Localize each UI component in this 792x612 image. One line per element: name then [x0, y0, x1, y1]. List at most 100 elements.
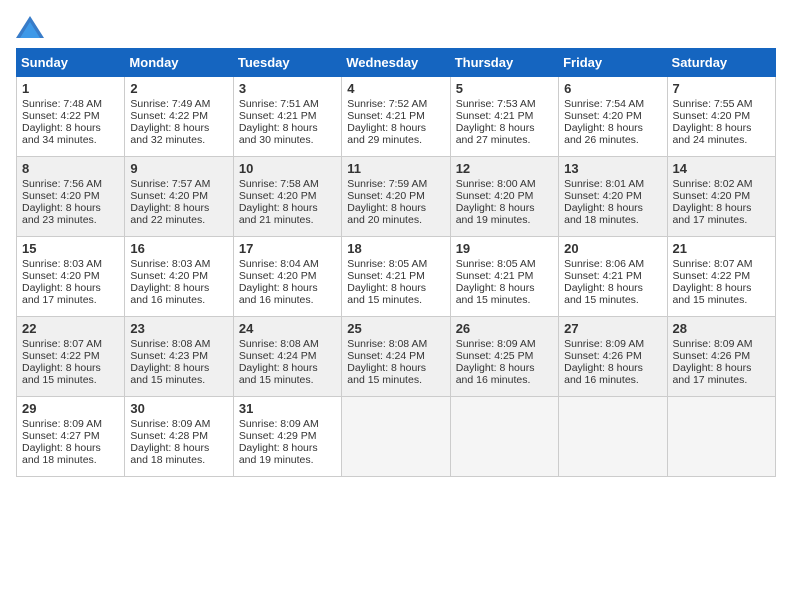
day-number: 6	[564, 81, 661, 96]
week-row-4: 22Sunrise: 8:07 AMSunset: 4:22 PMDayligh…	[17, 317, 776, 397]
sunrise-text: Sunrise: 7:57 AM	[130, 178, 210, 190]
day-number: 4	[347, 81, 444, 96]
calendar-cell: 14Sunrise: 8:02 AMSunset: 4:20 PMDayligh…	[667, 157, 775, 237]
day-number: 31	[239, 401, 336, 416]
sunset-text: Sunset: 4:20 PM	[22, 270, 100, 282]
sunset-text: Sunset: 4:26 PM	[564, 350, 642, 362]
calendar-cell: 17Sunrise: 8:04 AMSunset: 4:20 PMDayligh…	[233, 237, 341, 317]
calendar-cell	[450, 397, 558, 477]
sunset-text: Sunset: 4:24 PM	[239, 350, 317, 362]
days-header-row: SundayMondayTuesdayWednesdayThursdayFrid…	[17, 49, 776, 77]
sunrise-text: Sunrise: 8:08 AM	[130, 338, 210, 350]
daylight-text: Daylight: 8 hours and 19 minutes.	[239, 442, 318, 466]
sunset-text: Sunset: 4:20 PM	[673, 110, 751, 122]
day-number: 11	[347, 161, 444, 176]
calendar-cell: 6Sunrise: 7:54 AMSunset: 4:20 PMDaylight…	[559, 77, 667, 157]
sunset-text: Sunset: 4:21 PM	[564, 270, 642, 282]
day-number: 19	[456, 241, 553, 256]
daylight-text: Daylight: 8 hours and 15 minutes.	[673, 282, 752, 306]
daylight-text: Daylight: 8 hours and 17 minutes.	[673, 202, 752, 226]
day-number: 15	[22, 241, 119, 256]
day-number: 8	[22, 161, 119, 176]
day-header-thursday: Thursday	[450, 49, 558, 77]
sunrise-text: Sunrise: 8:06 AM	[564, 258, 644, 270]
sunrise-text: Sunrise: 8:09 AM	[130, 418, 210, 430]
week-row-2: 8Sunrise: 7:56 AMSunset: 4:20 PMDaylight…	[17, 157, 776, 237]
sunset-text: Sunset: 4:29 PM	[239, 430, 317, 442]
day-number: 13	[564, 161, 661, 176]
calendar-cell: 16Sunrise: 8:03 AMSunset: 4:20 PMDayligh…	[125, 237, 233, 317]
day-header-wednesday: Wednesday	[342, 49, 450, 77]
calendar-cell: 7Sunrise: 7:55 AMSunset: 4:20 PMDaylight…	[667, 77, 775, 157]
sunrise-text: Sunrise: 8:08 AM	[239, 338, 319, 350]
sunset-text: Sunset: 4:21 PM	[456, 270, 534, 282]
sunrise-text: Sunrise: 7:53 AM	[456, 98, 536, 110]
calendar-cell: 1Sunrise: 7:48 AMSunset: 4:22 PMDaylight…	[17, 77, 125, 157]
daylight-text: Daylight: 8 hours and 15 minutes.	[456, 282, 535, 306]
sunset-text: Sunset: 4:21 PM	[347, 270, 425, 282]
calendar-cell: 20Sunrise: 8:06 AMSunset: 4:21 PMDayligh…	[559, 237, 667, 317]
sunset-text: Sunset: 4:20 PM	[239, 190, 317, 202]
sunrise-text: Sunrise: 8:07 AM	[22, 338, 102, 350]
daylight-text: Daylight: 8 hours and 20 minutes.	[347, 202, 426, 226]
day-number: 10	[239, 161, 336, 176]
daylight-text: Daylight: 8 hours and 24 minutes.	[673, 122, 752, 146]
sunrise-text: Sunrise: 8:02 AM	[673, 178, 753, 190]
sunrise-text: Sunrise: 8:09 AM	[456, 338, 536, 350]
daylight-text: Daylight: 8 hours and 34 minutes.	[22, 122, 101, 146]
day-number: 28	[673, 321, 770, 336]
daylight-text: Daylight: 8 hours and 15 minutes.	[239, 362, 318, 386]
sunset-text: Sunset: 4:24 PM	[347, 350, 425, 362]
day-number: 7	[673, 81, 770, 96]
calendar-cell: 23Sunrise: 8:08 AMSunset: 4:23 PMDayligh…	[125, 317, 233, 397]
day-number: 3	[239, 81, 336, 96]
day-number: 23	[130, 321, 227, 336]
calendar-cell: 29Sunrise: 8:09 AMSunset: 4:27 PMDayligh…	[17, 397, 125, 477]
sunrise-text: Sunrise: 8:07 AM	[673, 258, 753, 270]
sunset-text: Sunset: 4:28 PM	[130, 430, 208, 442]
calendar-cell: 18Sunrise: 8:05 AMSunset: 4:21 PMDayligh…	[342, 237, 450, 317]
logo-icon	[16, 16, 44, 38]
sunrise-text: Sunrise: 8:09 AM	[239, 418, 319, 430]
daylight-text: Daylight: 8 hours and 32 minutes.	[130, 122, 209, 146]
sunset-text: Sunset: 4:20 PM	[564, 190, 642, 202]
sunset-text: Sunset: 4:23 PM	[130, 350, 208, 362]
sunset-text: Sunset: 4:20 PM	[564, 110, 642, 122]
daylight-text: Daylight: 8 hours and 21 minutes.	[239, 202, 318, 226]
sunrise-text: Sunrise: 8:05 AM	[347, 258, 427, 270]
daylight-text: Daylight: 8 hours and 17 minutes.	[22, 282, 101, 306]
day-header-friday: Friday	[559, 49, 667, 77]
sunrise-text: Sunrise: 8:01 AM	[564, 178, 644, 190]
sunrise-text: Sunrise: 8:08 AM	[347, 338, 427, 350]
calendar-cell: 12Sunrise: 8:00 AMSunset: 4:20 PMDayligh…	[450, 157, 558, 237]
calendar-cell: 30Sunrise: 8:09 AMSunset: 4:28 PMDayligh…	[125, 397, 233, 477]
sunrise-text: Sunrise: 7:58 AM	[239, 178, 319, 190]
sunrise-text: Sunrise: 7:48 AM	[22, 98, 102, 110]
day-header-saturday: Saturday	[667, 49, 775, 77]
sunset-text: Sunset: 4:20 PM	[22, 190, 100, 202]
daylight-text: Daylight: 8 hours and 26 minutes.	[564, 122, 643, 146]
sunset-text: Sunset: 4:22 PM	[22, 350, 100, 362]
calendar-cell	[667, 397, 775, 477]
day-number: 17	[239, 241, 336, 256]
week-row-3: 15Sunrise: 8:03 AMSunset: 4:20 PMDayligh…	[17, 237, 776, 317]
day-number: 1	[22, 81, 119, 96]
sunset-text: Sunset: 4:20 PM	[239, 270, 317, 282]
sunset-text: Sunset: 4:21 PM	[239, 110, 317, 122]
sunrise-text: Sunrise: 7:56 AM	[22, 178, 102, 190]
calendar-cell: 9Sunrise: 7:57 AMSunset: 4:20 PMDaylight…	[125, 157, 233, 237]
calendar-cell: 26Sunrise: 8:09 AMSunset: 4:25 PMDayligh…	[450, 317, 558, 397]
daylight-text: Daylight: 8 hours and 27 minutes.	[456, 122, 535, 146]
sunrise-text: Sunrise: 7:59 AM	[347, 178, 427, 190]
daylight-text: Daylight: 8 hours and 15 minutes.	[347, 362, 426, 386]
calendar-cell: 13Sunrise: 8:01 AMSunset: 4:20 PMDayligh…	[559, 157, 667, 237]
daylight-text: Daylight: 8 hours and 18 minutes.	[22, 442, 101, 466]
day-number: 20	[564, 241, 661, 256]
calendar-cell: 24Sunrise: 8:08 AMSunset: 4:24 PMDayligh…	[233, 317, 341, 397]
sunset-text: Sunset: 4:20 PM	[347, 190, 425, 202]
calendar-cell: 28Sunrise: 8:09 AMSunset: 4:26 PMDayligh…	[667, 317, 775, 397]
day-number: 25	[347, 321, 444, 336]
daylight-text: Daylight: 8 hours and 15 minutes.	[347, 282, 426, 306]
sunrise-text: Sunrise: 7:52 AM	[347, 98, 427, 110]
sunset-text: Sunset: 4:27 PM	[22, 430, 100, 442]
